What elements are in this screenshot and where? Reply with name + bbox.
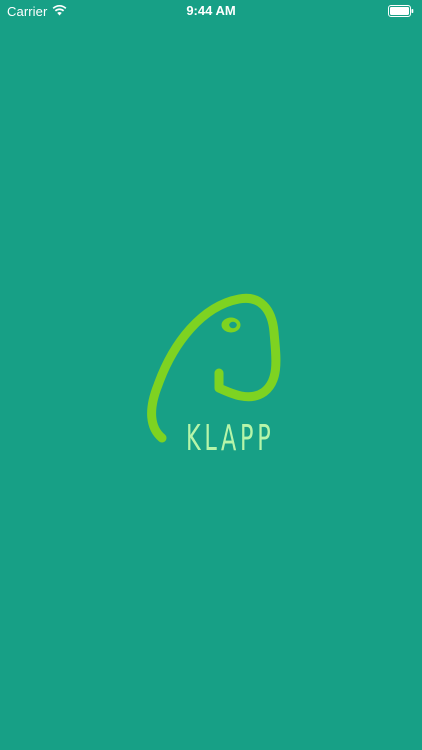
status-bar: Carrier 9:44 AM	[0, 0, 422, 22]
status-time: 9:44 AM	[186, 3, 236, 18]
app-name-logo-text: KLAPP	[186, 418, 275, 459]
battery-icon	[388, 5, 414, 17]
